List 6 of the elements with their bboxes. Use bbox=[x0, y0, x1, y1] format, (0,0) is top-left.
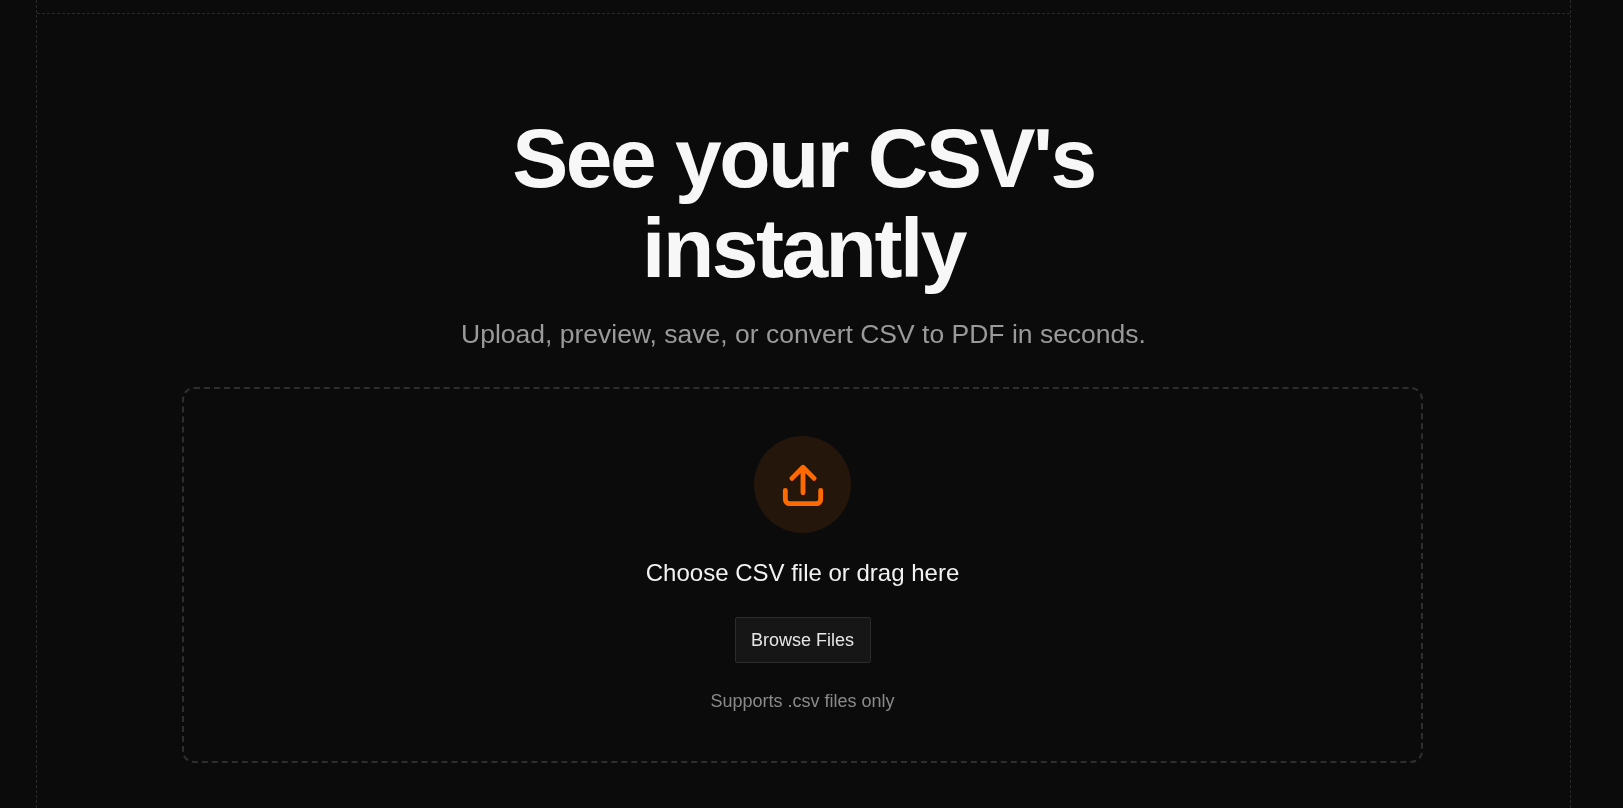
hero-title: See your CSV's instantly bbox=[511, 113, 1096, 293]
file-type-note: Supports .csv files only bbox=[710, 690, 895, 712]
hero-subtitle: Upload, preview, save, or convert CSV to PDF in seconds. bbox=[461, 318, 1146, 350]
dropzone-prompt: Choose CSV file or drag here bbox=[645, 558, 960, 588]
upload-dropzone[interactable]: Choose CSV file or drag here Browse Files Supports .csv files only bbox=[182, 387, 1423, 763]
browse-files-button[interactable]: Browse Files bbox=[734, 617, 871, 663]
